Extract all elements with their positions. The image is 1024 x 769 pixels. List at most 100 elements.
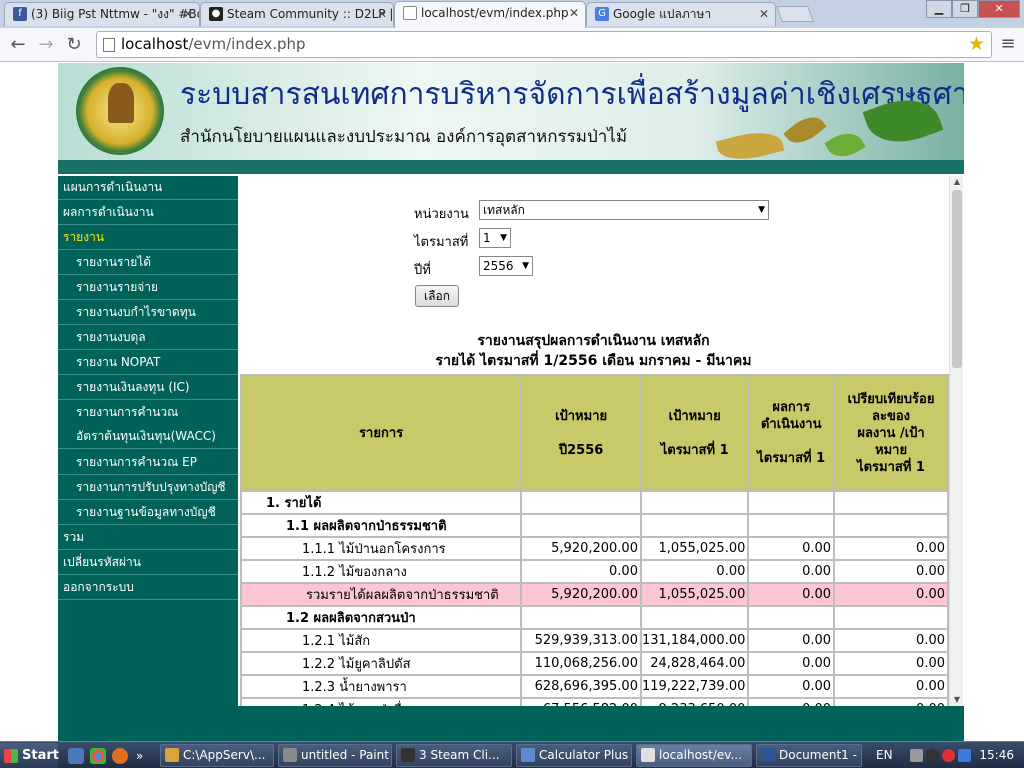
reload-button[interactable]: ↻ bbox=[62, 34, 86, 56]
sidebar-item[interactable]: ผลการดำเนินงาน bbox=[58, 201, 238, 225]
tray-expand-icon[interactable] bbox=[910, 749, 923, 762]
sidebar-item[interactable]: อัตราต้นทุนเงินทุน(WACC) bbox=[58, 425, 238, 449]
column-header-result: ผลการ ดำเนินงาน ไตรมาสที่ 1 bbox=[747, 374, 836, 492]
tab-facebook[interactable]: f (3) Biig Pst Nttmw - "งง" #Bo ✕ bbox=[4, 2, 200, 26]
year-select[interactable]: 2556 ▼ bbox=[479, 256, 533, 276]
scrollbar-thumb[interactable] bbox=[952, 190, 962, 368]
sidebar-item[interactable]: รายงานรายได้ bbox=[58, 251, 238, 275]
windows-logo-icon bbox=[4, 749, 18, 763]
close-icon[interactable]: ✕ bbox=[377, 3, 387, 25]
taskbar-button[interactable]: Calculator Plus bbox=[516, 744, 632, 767]
scroll-up-icon[interactable]: ▲ bbox=[952, 177, 962, 187]
overflow-chevron-icon[interactable]: » bbox=[136, 748, 146, 764]
sidebar-item[interactable]: รายงานงบดุล bbox=[58, 326, 238, 350]
cell-value: 0.00 bbox=[747, 697, 836, 706]
menu-icon[interactable]: ≡ bbox=[998, 33, 1018, 55]
new-tab-button[interactable] bbox=[776, 6, 814, 22]
site-banner: ระบบสารสนเทศการบริหารจัดการเพื่อสร้างมูล… bbox=[58, 63, 964, 174]
site-title: ระบบสารสนเทศการบริหารจัดการเพื่อสร้างมูล… bbox=[180, 77, 964, 112]
vertical-scrollbar[interactable]: ▲ ▼ bbox=[949, 176, 963, 706]
steam-tray-icon[interactable] bbox=[926, 749, 939, 762]
cell-value bbox=[833, 513, 949, 538]
sidebar-item[interactable]: รายงานการคำนวณ EP bbox=[58, 451, 238, 475]
antivirus-tray-icon[interactable] bbox=[942, 749, 955, 762]
close-icon[interactable]: ✕ bbox=[183, 3, 193, 25]
clock[interactable]: 15:46 bbox=[979, 742, 1014, 769]
restore-button[interactable]: ❐ bbox=[952, 0, 978, 18]
cell-value bbox=[639, 490, 750, 515]
tab-google-translate[interactable]: G Google แปลภาษา ✕ bbox=[586, 2, 776, 26]
close-window-button[interactable]: ✕ bbox=[978, 0, 1020, 18]
sidebar-item[interactable]: รายงานงบกำไรขาดทุน bbox=[58, 301, 238, 325]
row-label: 1.2.1 ไม้สัก bbox=[239, 628, 523, 653]
close-icon[interactable]: ✕ bbox=[569, 2, 579, 24]
unit-label: หน่วยงาน bbox=[414, 207, 469, 222]
dropdown-arrow-icon: ▼ bbox=[522, 261, 529, 271]
quarter-label: ไตรมาสที่ bbox=[414, 235, 469, 250]
url-text: localhost/evm/index.php bbox=[121, 35, 306, 53]
quarter-select[interactable]: 1 ▼ bbox=[479, 228, 511, 248]
language-indicator[interactable]: EN bbox=[876, 742, 893, 769]
page-viewport: ระบบสารสนเทศการบริหารจัดการเพื่อสร้างมูล… bbox=[0, 63, 1024, 741]
scroll-down-icon[interactable]: ▼ bbox=[952, 695, 962, 705]
tab-steam[interactable]: ● Steam Community :: D2LP | 1 ✕ bbox=[200, 2, 394, 26]
close-icon[interactable]: ✕ bbox=[759, 3, 769, 25]
table-row: 1.1.2 ไม้ของกลาง 0.00 0.00 0.00 0.00 bbox=[239, 559, 949, 584]
tab-localhost[interactable]: localhost/evm/index.php ✕ bbox=[394, 1, 586, 28]
sidebar-item[interactable]: ออกจากระบบ bbox=[58, 576, 238, 600]
tab-title: Steam Community :: D2LP | 1 bbox=[227, 7, 394, 21]
row-label: 1.1.2 ไม้ของกลาง bbox=[239, 559, 523, 584]
sidebar-item[interactable]: รายงานการปรับปรุงทางบัญชี bbox=[58, 476, 238, 500]
report-title: รายงานสรุปผลการดำเนินงาน เทสหลัก bbox=[477, 333, 710, 349]
cell-value: 0.00 bbox=[747, 536, 836, 561]
row-label: รวมรายได้ผลผลิตจากป่าธรรมชาติ bbox=[239, 582, 523, 607]
sidebar-item[interactable]: รายงาน NOPAT bbox=[58, 351, 238, 375]
sidebar-item[interactable]: รายงานรายจ่าย bbox=[58, 276, 238, 300]
cell-value: 1,055,025.00 bbox=[639, 536, 750, 561]
sidebar-item[interactable]: รายงานเงินลงทุน (IC) bbox=[58, 376, 238, 400]
chrome-icon[interactable] bbox=[90, 748, 106, 764]
back-button[interactable]: ← bbox=[6, 34, 30, 56]
row-label: 1.2.4 ไม้สวนป่าอื่นๆ bbox=[239, 697, 523, 706]
minimize-button[interactable]: ▁ bbox=[926, 0, 952, 18]
sidebar-item[interactable]: รายงานฐานข้อมูลทางบัญชี bbox=[58, 501, 238, 525]
cell-value bbox=[833, 605, 949, 630]
network-tray-icon[interactable] bbox=[958, 749, 971, 762]
cell-value: 24,828,464.00 bbox=[639, 651, 750, 676]
cell-value: 0.00 bbox=[747, 628, 836, 653]
table-header-row: รายการ เป้าหมาย ปี2556 เป้าหมาย ไตรมาสที่ … bbox=[239, 374, 949, 492]
row-label: 1.1 ผลผลิตจากป่าธรรมชาติ bbox=[239, 513, 523, 538]
taskbar-button[interactable]: C:\AppServ\... bbox=[160, 744, 274, 767]
sidebar-item[interactable]: แผนการดำเนินงาน bbox=[58, 176, 238, 200]
sidebar-item[interactable]: รวม bbox=[58, 526, 238, 550]
cell-value: 0.00 bbox=[833, 536, 949, 561]
steam-icon: ● bbox=[209, 7, 223, 21]
table-row: 1.2.1 ไม้สัก 529,939,313.00 131,184,000.00… bbox=[239, 628, 949, 653]
cell-value: 5,920,200.00 bbox=[520, 536, 642, 561]
sidebar-item[interactable]: เปลี่ยนรหัสผ่าน bbox=[58, 551, 238, 575]
cell-value bbox=[520, 513, 642, 538]
sidebar-item[interactable]: รายงาน bbox=[58, 226, 238, 250]
unit-select[interactable]: เทสหลัก ▼ bbox=[479, 200, 769, 220]
cell-value: 529,939,313.00 bbox=[520, 628, 642, 653]
taskbar-button[interactable]: localhost/ev... bbox=[636, 744, 752, 767]
address-bar[interactable]: localhost/evm/index.php ★ bbox=[96, 31, 992, 58]
site-subtitle: สำนักนโยบายแผนและงบประมาณ องค์การอุตสาหก… bbox=[180, 127, 628, 147]
cell-value: 0.00 bbox=[639, 559, 750, 584]
firefox-icon[interactable] bbox=[112, 748, 128, 764]
cell-value: 0.00 bbox=[833, 697, 949, 706]
table-row: 1.2 ผลผลิตจากสวนป่า bbox=[239, 605, 949, 630]
cell-value: 110,068,256.00 bbox=[520, 651, 642, 676]
select-button[interactable]: เลือก bbox=[415, 285, 459, 307]
table-row: 1.2.4 ไม้สวนป่าอื่นๆ67,556,582.009,233,6… bbox=[239, 697, 949, 706]
bookmark-star-icon[interactable]: ★ bbox=[968, 33, 985, 55]
sidebar-item[interactable]: รายงานการคำนวณ bbox=[58, 401, 238, 425]
steam-icon bbox=[401, 748, 415, 762]
taskbar-button[interactable]: untitled - Paint bbox=[278, 744, 392, 767]
forward-button[interactable]: → bbox=[34, 34, 58, 56]
taskbar-button[interactable]: Document1 - ... bbox=[756, 744, 862, 767]
start-button[interactable]: Start bbox=[0, 743, 59, 768]
taskbar-button[interactable]: 3 Steam Cli... bbox=[396, 744, 512, 767]
show-desktop-icon[interactable] bbox=[68, 748, 84, 764]
column-header-target-quarter: เป้าหมาย ไตรมาสที่ 1 bbox=[639, 374, 750, 492]
